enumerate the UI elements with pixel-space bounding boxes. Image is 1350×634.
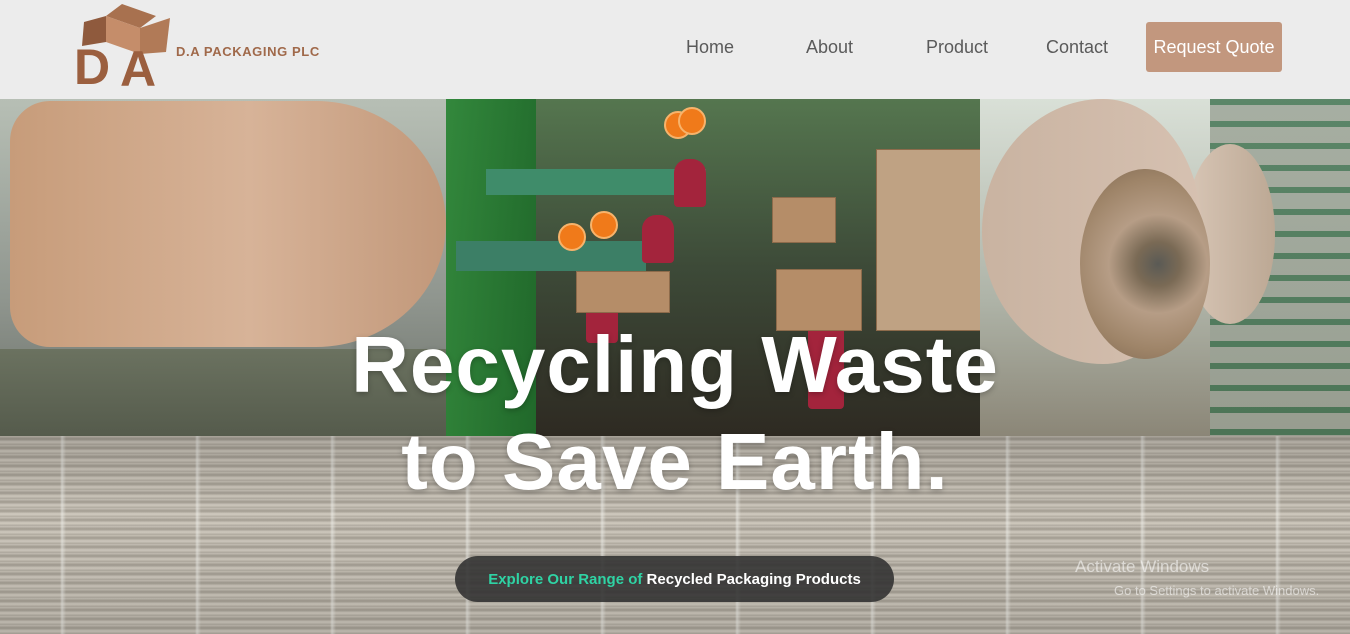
machine-wheel-shape: [558, 223, 586, 251]
brand-name: D.A PACKAGING PLC: [176, 43, 320, 59]
machine-shape: [456, 241, 646, 271]
windows-watermark-title: Activate Windows: [1075, 557, 1210, 576]
explore-products-button[interactable]: Explore Our Range of Recycled Packaging …: [455, 556, 894, 602]
cardboard-stack-shape: [876, 149, 982, 331]
nav-product-link[interactable]: Product: [926, 37, 988, 58]
nav-about-link[interactable]: About: [806, 37, 853, 58]
site-header: D A D.A PACKAGING PLC Home About Product…: [0, 0, 1350, 99]
windows-watermark-subtitle: Go to Settings to activate Windows.: [1114, 583, 1320, 598]
hero-headline-line2: to Save Earth.: [401, 417, 949, 506]
machine-shape: [486, 169, 706, 195]
paper-roll-shape: [10, 101, 446, 347]
request-quote-button[interactable]: Request Quote: [1146, 22, 1282, 72]
da-box-logo-icon: D A: [74, 4, 170, 94]
hero-section: Recycling Waste to Save Earth. Explore O…: [0, 99, 1350, 634]
cta-accent-text: Explore Our Range of: [488, 570, 647, 588]
nav-home-link[interactable]: Home: [686, 37, 734, 58]
cardboard-box-shape: [772, 197, 836, 243]
cta-text: Recycled Packaging Products: [646, 570, 861, 588]
machine-wheel-shape: [590, 211, 618, 239]
machine-wheel-shape: [678, 107, 706, 135]
cardboard-box-shape: [576, 271, 670, 313]
svg-text:A: A: [120, 41, 156, 94]
nav-contact-link[interactable]: Contact: [1046, 37, 1108, 58]
hero-headline-line1: Recycling Waste: [351, 320, 999, 409]
svg-text:D: D: [74, 39, 110, 94]
brand-logo[interactable]: D A D.A PACKAGING PLC: [70, 2, 320, 94]
worker-shape: [642, 215, 674, 263]
worker-shape: [674, 159, 706, 207]
